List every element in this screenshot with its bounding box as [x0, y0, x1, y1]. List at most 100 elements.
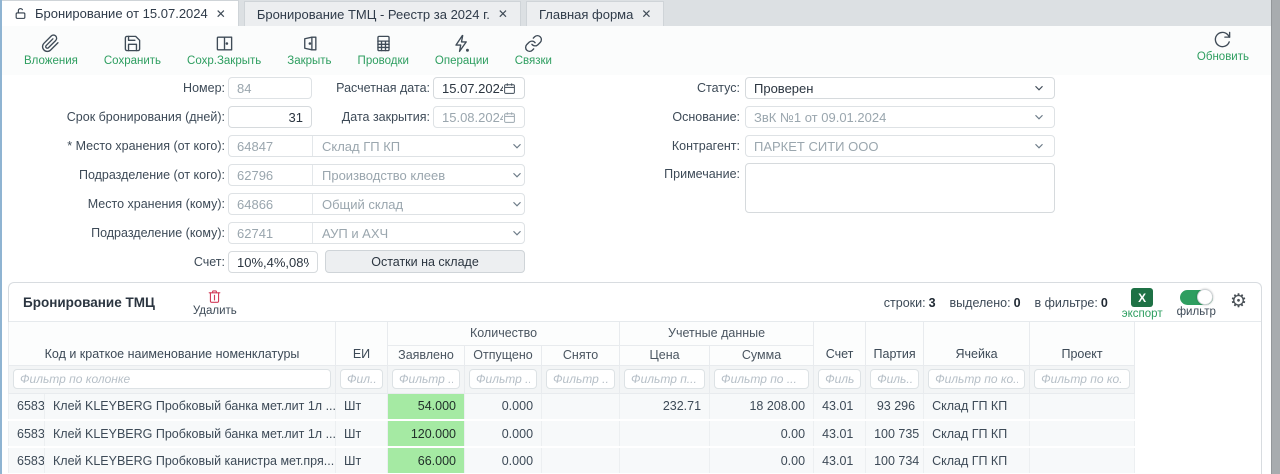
calendar-icon[interactable]	[503, 82, 516, 95]
close-icon[interactable]	[641, 8, 651, 20]
cell-cell[interactable]: Склад ГП КП	[924, 447, 1030, 474]
cell-cell[interactable]: Склад ГП КП	[924, 420, 1030, 447]
tab-main-form[interactable]: Главная форма	[526, 1, 664, 26]
account-field[interactable]: 10%,4%,08%	[228, 251, 318, 273]
column-header-project[interactable]: Проект	[1030, 322, 1135, 365]
save-button[interactable]: Сохранить	[104, 34, 161, 67]
column-header-sum[interactable]: Сумма	[710, 345, 814, 365]
cell-project[interactable]	[1030, 393, 1135, 420]
chevron-down-icon[interactable]	[1032, 110, 1046, 124]
refresh-button[interactable]: Обновить	[1197, 30, 1249, 63]
column-header-requested[interactable]: Заявлено	[388, 345, 465, 365]
filter-input-price[interactable]	[624, 369, 705, 389]
note-textarea[interactable]	[745, 163, 1055, 213]
cell-ei[interactable]: Шт	[336, 447, 388, 474]
cell-project[interactable]	[1030, 447, 1135, 474]
column-header-ei[interactable]: ЕИ	[336, 322, 388, 365]
cell-batch[interactable]: 93 296	[866, 393, 924, 420]
filter-input-cell[interactable]	[928, 369, 1025, 389]
number-field[interactable]: 84	[228, 77, 312, 99]
cell-batch[interactable]: 100 734	[866, 447, 924, 474]
table-row[interactable]: 65830 Клей KLEYBERG Пробковый банка мет.…	[9, 420, 1135, 447]
counterparty-select[interactable]: ПАРКЕТ СИТИ ООО	[745, 135, 1055, 157]
attachments-button[interactable]: Вложения	[24, 34, 78, 67]
table-row[interactable]: 65830 Клей KLEYBERG Пробковый банка мет.…	[9, 393, 1135, 420]
cell-code[interactable]: 65831	[9, 447, 45, 474]
close-date-field[interactable]: 15.08.2024	[433, 106, 525, 128]
cell-batch[interactable]: 100 735	[866, 420, 924, 447]
cell-removed[interactable]	[542, 393, 620, 420]
column-header-account[interactable]: Счет	[814, 322, 866, 365]
chevron-down-icon[interactable]	[510, 139, 524, 153]
cell-account[interactable]: 43.01	[814, 420, 866, 447]
storage-to-select[interactable]: 64866 Общий склад	[228, 193, 525, 215]
filter-input-account[interactable]	[818, 369, 861, 389]
column-header-removed[interactable]: Снято	[542, 345, 620, 365]
chevron-down-icon[interactable]	[510, 197, 524, 211]
cell-name[interactable]: Клей KLEYBERG Пробковый банка мет.лит 1л…	[45, 420, 336, 447]
cell-code[interactable]: 65830	[9, 393, 45, 420]
cell-requested[interactable]: 54.000	[388, 393, 465, 420]
save-close-button[interactable]: Сохр.Закрыть	[187, 34, 261, 67]
cell-project[interactable]	[1030, 420, 1135, 447]
column-header-name[interactable]: Код и краткое наименование номенклатуры	[9, 322, 336, 365]
column-header-cell[interactable]: Ячейка	[924, 322, 1030, 365]
filter-input-removed[interactable]	[546, 369, 615, 389]
gear-icon[interactable]	[1230, 292, 1247, 311]
filter-input-name[interactable]	[13, 369, 331, 389]
cell-cell[interactable]: Склад ГП КП	[924, 393, 1030, 420]
storage-from-select[interactable]: 64847 Склад ГП КП	[228, 135, 525, 157]
links-button[interactable]: Связки	[515, 34, 552, 67]
cell-released[interactable]: 0.000	[465, 420, 542, 447]
cell-removed[interactable]	[542, 420, 620, 447]
close-button[interactable]: Закрыть	[287, 34, 331, 67]
cell-price[interactable]: 232.71	[620, 393, 710, 420]
filter-input-ei[interactable]	[340, 369, 383, 389]
calc-date-field[interactable]: 15.07.2024	[433, 77, 525, 99]
stock-balance-button[interactable]: Остатки на складе	[325, 250, 525, 273]
table-row[interactable]: 65831 Клей KLEYBERG Пробковый канистра м…	[9, 447, 1135, 474]
cell-price[interactable]	[620, 447, 710, 474]
cell-removed[interactable]	[542, 447, 620, 474]
basis-select[interactable]: ЗвК №1 от 09.01.2024	[745, 106, 1055, 128]
column-header-price[interactable]: Цена	[620, 345, 710, 365]
filter-input-batch[interactable]	[870, 369, 919, 389]
operations-button[interactable]: Операции	[435, 34, 489, 67]
tab-booking-registry[interactable]: Бронирование ТМЦ - Реестр за 2024 г.	[244, 1, 521, 26]
chevron-down-icon[interactable]	[510, 226, 524, 240]
column-header-batch[interactable]: Партия	[866, 322, 924, 365]
delete-row-button[interactable]: Удалить	[193, 289, 237, 317]
cell-account[interactable]: 43.01	[814, 447, 866, 474]
cell-name[interactable]: Клей KLEYBERG Пробковый банка мет.лит 1л…	[45, 393, 336, 420]
filter-input-project[interactable]	[1034, 369, 1130, 389]
cell-ei[interactable]: Шт	[336, 420, 388, 447]
cell-sum[interactable]: 0.00	[710, 447, 814, 474]
cell-code[interactable]: 65830	[9, 420, 45, 447]
filter-toggle[interactable]: фильтр	[1177, 290, 1216, 318]
cell-sum[interactable]: 18 208.00	[710, 393, 814, 420]
cell-released[interactable]: 0.000	[465, 447, 542, 474]
vertical-scrollbar[interactable]	[1271, 0, 1280, 474]
cell-released[interactable]: 0.000	[465, 393, 542, 420]
chevron-down-icon[interactable]	[1032, 139, 1046, 153]
tab-booking-document[interactable]: Бронирование от 15.07.2024	[2, 0, 239, 26]
cell-requested[interactable]: 120.000	[388, 420, 465, 447]
column-header-released[interactable]: Отпущено	[465, 345, 542, 365]
chevron-down-icon[interactable]	[1032, 81, 1046, 95]
chevron-down-icon[interactable]	[510, 168, 524, 182]
cell-sum[interactable]: 0.00	[710, 420, 814, 447]
close-icon[interactable]	[216, 8, 226, 20]
filter-input-requested[interactable]	[392, 369, 460, 389]
filter-input-released[interactable]	[469, 369, 537, 389]
dept-from-select[interactable]: 62796 Производство клеев	[228, 164, 525, 186]
close-icon[interactable]	[498, 8, 508, 20]
duration-field[interactable]: 31	[228, 106, 312, 128]
cell-name[interactable]: Клей KLEYBERG Пробковый канистра мет.пря…	[45, 447, 336, 474]
export-excel-button[interactable]: экспорт	[1122, 288, 1163, 320]
dept-to-select[interactable]: 62741 АУП и АХЧ	[228, 222, 525, 244]
cell-ei[interactable]: Шт	[336, 393, 388, 420]
cell-price[interactable]	[620, 420, 710, 447]
filter-input-sum[interactable]	[714, 369, 809, 389]
status-select[interactable]: Проверен	[745, 77, 1055, 99]
toggle-on-icon[interactable]	[1180, 290, 1213, 305]
